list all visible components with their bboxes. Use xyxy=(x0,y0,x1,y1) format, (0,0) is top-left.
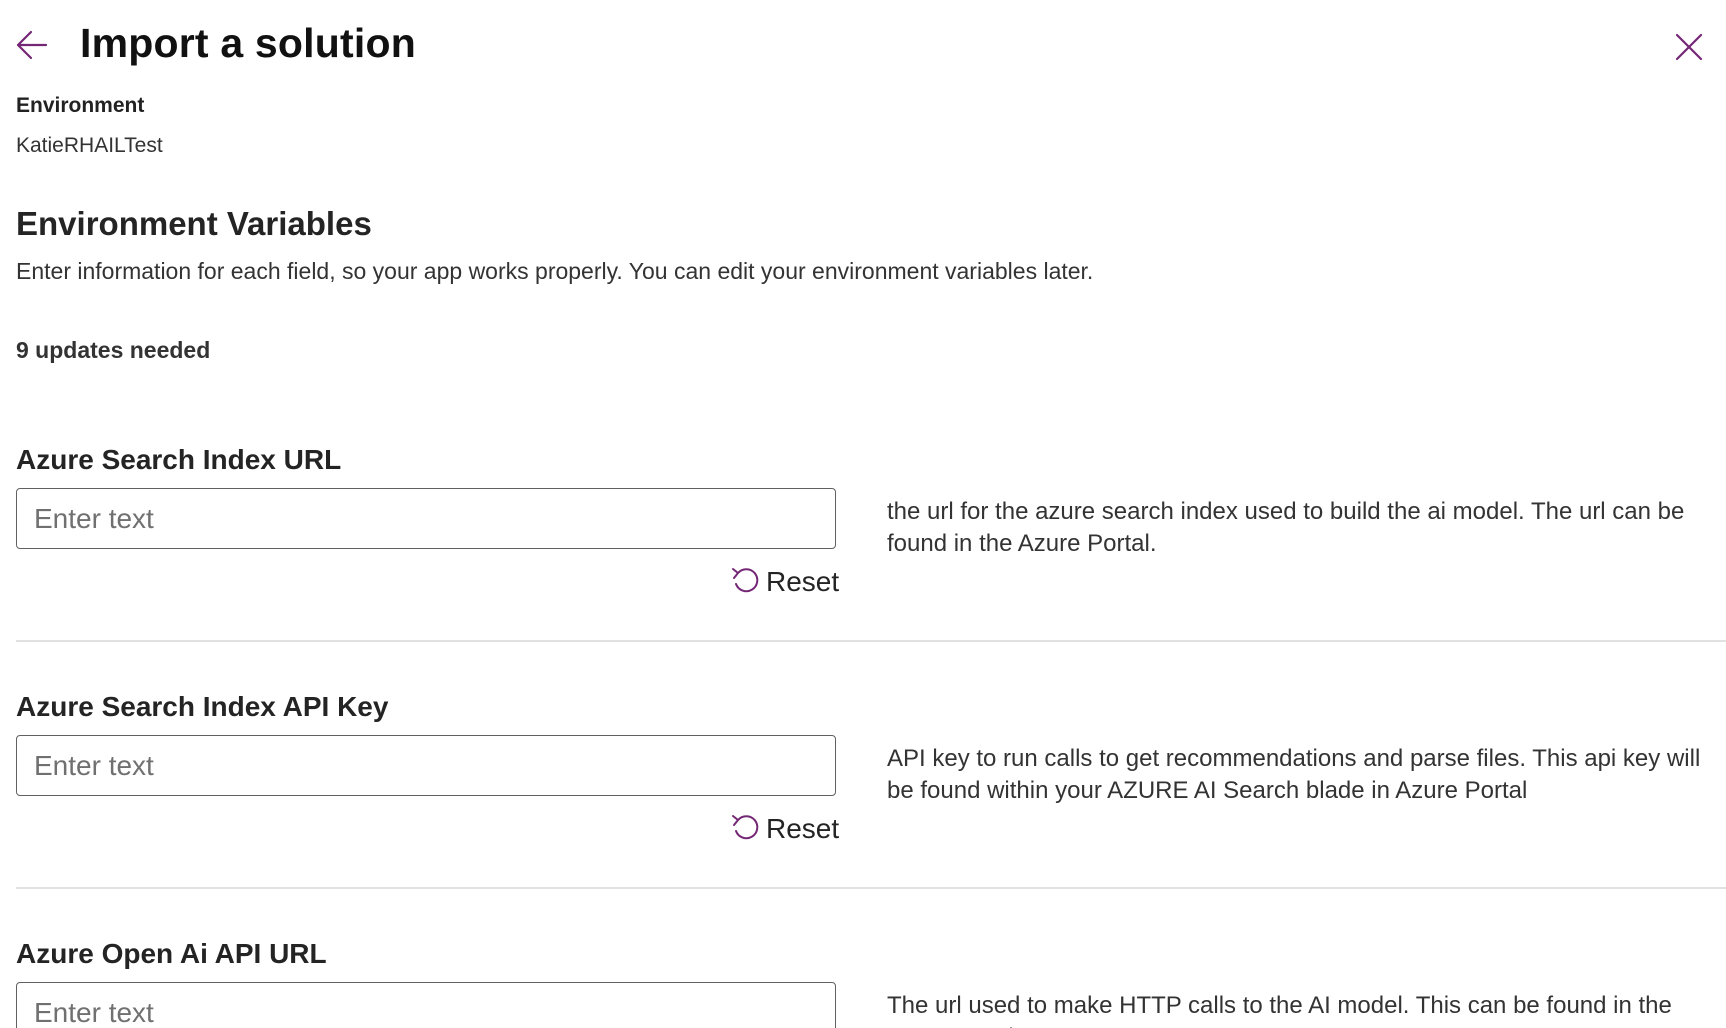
environment-label: Environment xyxy=(16,94,145,117)
undo-icon xyxy=(732,568,759,593)
variable-description: the url for the azure search index used … xyxy=(887,498,1685,557)
env-variable-search-index-api-key: Azure Search Index API Key API key to ru… xyxy=(16,691,1726,891)
variable-label: Azure Open Ai API URL xyxy=(16,938,327,969)
divider xyxy=(16,640,1726,642)
env-variable-open-ai-api-url: Azure Open Ai API URL The url used to ma… xyxy=(16,938,1726,1028)
reset-button[interactable]: Reset xyxy=(730,813,839,845)
arrow-left-icon xyxy=(16,30,48,60)
undo-icon xyxy=(732,815,759,840)
reset-button[interactable]: Reset xyxy=(730,566,839,598)
search-index-url-input[interactable] xyxy=(16,488,836,549)
open-ai-api-url-input[interactable] xyxy=(16,982,836,1028)
updates-needed-count: 9 updates needed xyxy=(16,337,211,363)
env-variables-description: Enter information for each field, so you… xyxy=(16,258,1094,284)
divider xyxy=(16,887,1726,889)
reset-label: Reset xyxy=(766,813,840,844)
variable-description: API key to run calls to get recommendati… xyxy=(887,745,1701,804)
close-button[interactable] xyxy=(1672,30,1706,64)
page-title: Import a solution xyxy=(80,20,416,66)
environment-value: KatieRHAILTest xyxy=(16,134,163,157)
reset-label: Reset xyxy=(766,566,840,597)
variable-label: Azure Search Index API Key xyxy=(16,691,389,722)
search-index-api-key-input[interactable] xyxy=(16,735,836,796)
variable-label: Azure Search Index URL xyxy=(16,444,342,475)
back-button[interactable] xyxy=(14,28,50,64)
env-variable-search-index-url: Azure Search Index URL the url for the a… xyxy=(16,444,1726,644)
panel-header: Import a solution xyxy=(0,0,1726,90)
close-icon xyxy=(1675,33,1703,61)
variable-description: The url used to make HTTP calls to the A… xyxy=(887,992,1672,1028)
env-variables-heading: Environment Variables xyxy=(16,205,372,242)
